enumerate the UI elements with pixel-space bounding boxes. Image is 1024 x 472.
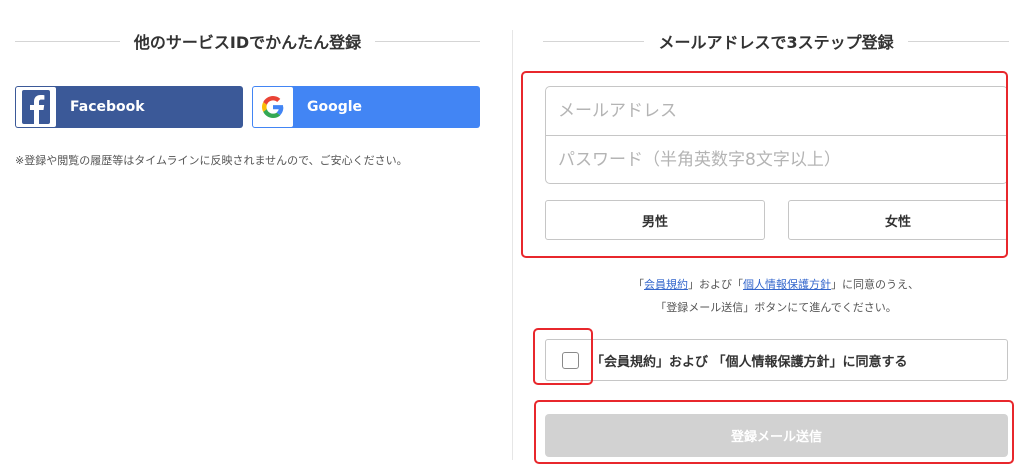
facebook-login-button[interactable]: Facebook: [15, 86, 243, 128]
agreement-text: 」に同意のうえ、: [831, 278, 919, 291]
facebook-icon: [16, 87, 56, 127]
heading-rule-left: [15, 40, 120, 42]
terms-link[interactable]: 会員規約: [644, 278, 688, 291]
agreement-text-line1: 「会員規約」および「個人情報保護方針」に同意のうえ、: [543, 276, 1009, 292]
heading-rule-right: [907, 40, 1010, 42]
heading-rule-right: [375, 40, 480, 42]
agreement-text: 「: [633, 278, 644, 291]
social-signup-section: 他のサービスIDでかんたん登録 Facebook Google ※登録や閲覧の履…: [15, 0, 480, 472]
facebook-login-label: Facebook: [70, 99, 145, 115]
privacy-note: ※登録や閲覧の履歴等はタイムラインに反映されませんので、ご安心ください。: [15, 154, 408, 167]
social-signup-title: 他のサービスIDでかんたん登録: [133, 33, 362, 52]
social-signup-heading: 他のサービスIDでかんたん登録: [15, 28, 480, 54]
column-divider: [512, 30, 513, 460]
google-icon: [253, 87, 293, 127]
highlight-frame-submit: [534, 400, 1014, 464]
agreement-text-line2: 「登録メール送信」ボタンにて進んでください。: [655, 301, 897, 314]
heading-rule-left: [543, 40, 645, 42]
privacy-policy-link[interactable]: 個人情報保護方針: [743, 278, 831, 291]
agreement-checkbox-label: 「会員規約」および 「個人情報保護方針」に同意する: [591, 354, 908, 370]
email-signup-section: メールアドレスで3ステップ登録 男性 女性 「会員規約」および「個人情報保護方針…: [521, 0, 1014, 472]
email-signup-heading: メールアドレスで3ステップ登録: [543, 28, 1010, 54]
agreement-checkbox-row[interactable]: 「会員規約」および 「個人情報保護方針」に同意する: [545, 339, 1008, 381]
highlight-frame-inputs: [521, 71, 1008, 258]
google-login-button[interactable]: Google: [252, 86, 480, 128]
google-login-label: Google: [307, 99, 363, 115]
agreement-text: 」および「: [688, 278, 743, 291]
highlight-frame-checkbox: [533, 328, 593, 385]
email-signup-title: メールアドレスで3ステップ登録: [658, 33, 894, 52]
